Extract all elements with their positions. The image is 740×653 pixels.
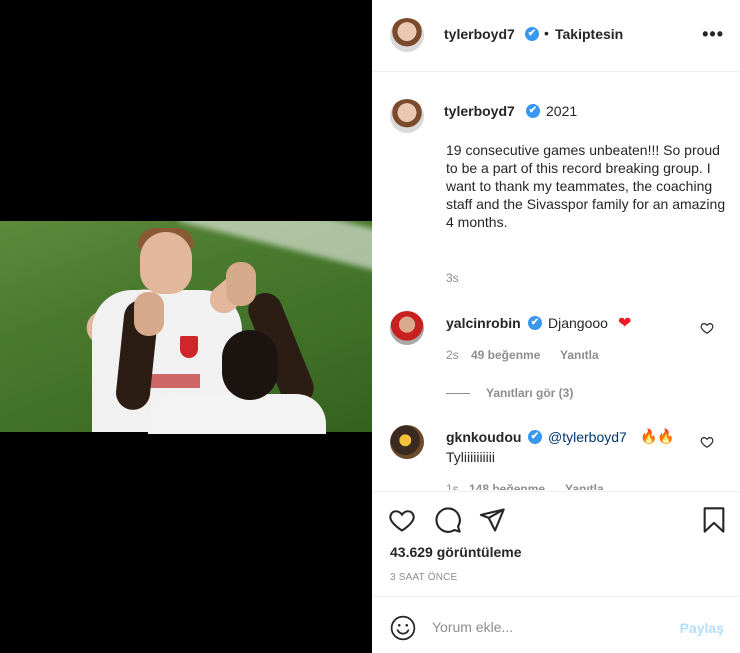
action-bar: 43.629 görüntüleme 3 SAAT ÖNCE xyxy=(372,491,740,603)
pitch-line xyxy=(178,221,372,280)
avatar[interactable] xyxy=(390,18,424,52)
share-icon[interactable] xyxy=(478,506,506,534)
post-panel: tylerboyd7 ✔ • Takiptesin ••• tylerboyd7… xyxy=(372,0,740,653)
teammate-jersey xyxy=(148,394,326,434)
heart-icon[interactable] xyxy=(388,506,416,534)
hand xyxy=(134,292,164,336)
post-year: 2021 xyxy=(546,103,578,119)
comment-icon[interactable] xyxy=(434,506,462,534)
comment-mention[interactable]: @tylerboyd7 xyxy=(548,429,627,445)
avatar[interactable] xyxy=(390,425,424,459)
avatar[interactable] xyxy=(390,311,424,345)
comment-form: Paylaş xyxy=(372,596,740,653)
comment-username[interactable]: gknkoudou xyxy=(446,429,521,445)
post-age[interactable]: 3s xyxy=(446,271,459,285)
fire-emoji: 🔥🔥 xyxy=(640,428,675,444)
verified-icon: ✔ xyxy=(526,104,540,118)
header-username[interactable]: tylerboyd7 xyxy=(444,26,515,42)
post-media[interactable] xyxy=(0,0,372,653)
bookmark-icon[interactable] xyxy=(700,506,728,534)
post-caption: 19 consecutive games unbeaten!!! So prou… xyxy=(446,142,726,230)
view-replies-label: Yanıtları gör (3) xyxy=(486,386,574,400)
jersey-sponsor xyxy=(148,374,200,388)
teammate-head xyxy=(222,330,278,400)
reply-button[interactable]: Yanıtla xyxy=(565,482,604,490)
follow-status[interactable]: Takiptesin xyxy=(555,26,623,42)
comment-likes[interactable]: 148 beğenme xyxy=(469,482,545,490)
comment-age[interactable]: 1s xyxy=(446,482,459,490)
like-comment-icon[interactable] xyxy=(700,321,714,335)
verified-icon: ✔ xyxy=(525,27,539,41)
comment-likes[interactable]: 49 beğenme xyxy=(471,348,540,362)
view-replies-button[interactable]: Yanıtları gör (3) xyxy=(446,386,573,400)
avatar[interactable] xyxy=(390,99,424,133)
comments-area[interactable]: tylerboyd7 ✔ 2021 19 consecutive games u… xyxy=(372,73,740,490)
like-comment-icon[interactable] xyxy=(700,435,714,449)
reply-button[interactable]: Yanıtla xyxy=(560,348,599,362)
caption-username[interactable]: tylerboyd7 xyxy=(444,103,515,119)
comment-input[interactable] xyxy=(432,613,662,641)
comment-username[interactable]: yalcinrobin xyxy=(446,315,521,331)
heart-emoji: ❤ xyxy=(618,315,632,332)
club-badge xyxy=(180,336,198,358)
verified-icon: ✔ xyxy=(528,316,542,330)
hand xyxy=(226,262,256,306)
view-count[interactable]: 43.629 görüntüleme xyxy=(390,544,522,560)
post-timestamp[interactable]: 3 SAAT ÖNCE xyxy=(390,572,457,583)
emoji-icon[interactable] xyxy=(390,615,416,641)
more-options-icon[interactable]: ••• xyxy=(702,24,724,45)
verified-icon: ✔ xyxy=(528,430,542,444)
comment-text: Djangooo xyxy=(548,315,608,331)
post-comment-button[interactable]: Paylaş xyxy=(680,620,724,636)
comment-age[interactable]: 2s xyxy=(446,348,459,362)
comment-text: Tyliiiiiiiiii xyxy=(446,449,495,465)
separator: • xyxy=(544,25,549,41)
player-head xyxy=(140,232,192,294)
divider xyxy=(446,393,470,395)
post-header: tylerboyd7 ✔ • Takiptesin ••• xyxy=(372,0,740,72)
